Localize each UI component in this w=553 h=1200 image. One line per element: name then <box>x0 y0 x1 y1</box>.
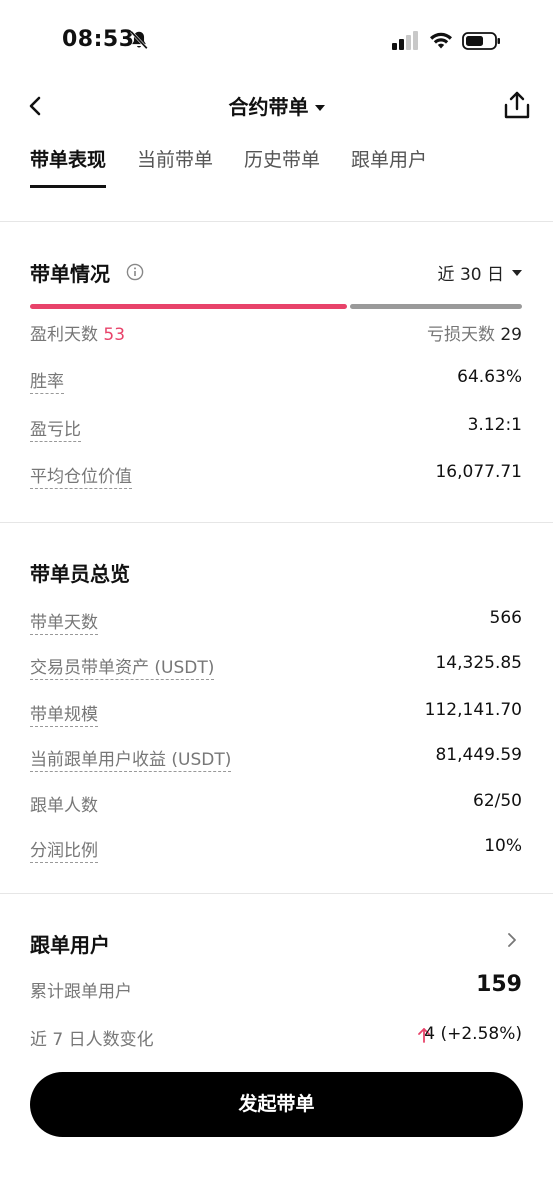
follower-count-value: 62/50 <box>473 791 522 811</box>
trading-days-label[interactable]: 带单天数 <box>30 608 98 635</box>
header: 合约带单 <box>0 80 553 132</box>
trader-assets-value: 14,325.85 <box>435 653 522 673</box>
followers-section-title[interactable]: 跟单用户 <box>30 929 110 958</box>
loss-days-bar <box>350 304 522 309</box>
tab-performance[interactable]: 带单表现 <box>30 140 107 188</box>
status-time: 08:53 <box>62 27 135 52</box>
profit-share-value: 10% <box>484 836 522 856</box>
win-rate-label[interactable]: 胜率 <box>30 367 64 394</box>
status-bar: 08:53 <box>0 0 553 80</box>
profit-days-bar <box>30 304 347 309</box>
profit-loss-ratio-label[interactable]: 盈亏比 <box>30 415 81 442</box>
follower-change-label: 近 7 日人数变化 <box>30 1030 154 1050</box>
trading-scale-value: 112,141.70 <box>424 700 522 720</box>
total-followers-value: 159 <box>476 972 522 997</box>
overview-section-title: 带单员总览 <box>30 562 130 586</box>
share-icon[interactable] <box>503 90 531 120</box>
profit-days-row: 盈利天数 53 <box>30 320 125 345</box>
bell-off-icon <box>130 30 148 50</box>
profit-days-value: 53 <box>103 325 126 345</box>
trader-assets-label[interactable]: 交易员带单资产 (USDT) <box>30 653 215 680</box>
tab-bar: 带单表现 当前带单 历史带单 跟单用户 <box>30 140 458 188</box>
period-label: 近 30 日 <box>437 265 504 285</box>
divider <box>0 221 553 222</box>
caret-down-icon <box>314 104 325 111</box>
tab-current-orders[interactable]: 当前带单 <box>137 140 213 188</box>
avg-position-value-label[interactable]: 平均仓位价值 <box>30 462 132 489</box>
trading-scale-label[interactable]: 带单规模 <box>30 700 98 727</box>
profit-loss-ratio-value: 3.12:1 <box>467 415 522 435</box>
caret-down-icon <box>512 270 522 276</box>
divider <box>0 522 553 523</box>
performance-section-title: 带单情况 <box>30 262 110 286</box>
loss-days-label: 亏损天数 <box>426 325 495 345</box>
loss-days-value: 29 <box>500 325 522 345</box>
start-copy-trading-button[interactable]: 发起带单 <box>30 1072 523 1137</box>
follower-change-value: 4 (+2.58%) <box>424 1024 522 1044</box>
divider <box>0 893 553 894</box>
total-followers-label: 累计跟单用户 <box>30 982 132 1002</box>
profit-share-label[interactable]: 分润比例 <box>30 836 98 863</box>
tab-followers[interactable]: 跟单用户 <box>351 140 427 188</box>
follower-count-label: 跟单人数 <box>30 796 98 816</box>
win-rate-value: 64.63% <box>457 367 522 387</box>
chevron-right-icon[interactable] <box>506 932 518 948</box>
period-selector[interactable]: 近 30 日 <box>438 260 522 285</box>
page-title: 合约带单 <box>228 95 309 119</box>
info-icon[interactable] <box>126 263 144 281</box>
wifi-icon <box>430 32 452 49</box>
trading-days-value: 566 <box>489 608 522 628</box>
follower-profit-value: 81,449.59 <box>435 745 522 765</box>
loss-days-row: 亏损天数 29 <box>427 320 522 345</box>
follower-profit-label[interactable]: 当前跟单用户收益 (USDT) <box>30 745 232 772</box>
profit-days-label: 盈利天数 <box>30 325 98 345</box>
tab-history-orders[interactable]: 历史带单 <box>244 140 320 188</box>
contract-copy-trading-dropdown[interactable]: 合约带单 <box>0 91 553 120</box>
battery-icon <box>462 32 500 50</box>
signal-icon <box>392 31 418 50</box>
avg-position-value-value: 16,077.71 <box>435 462 522 482</box>
